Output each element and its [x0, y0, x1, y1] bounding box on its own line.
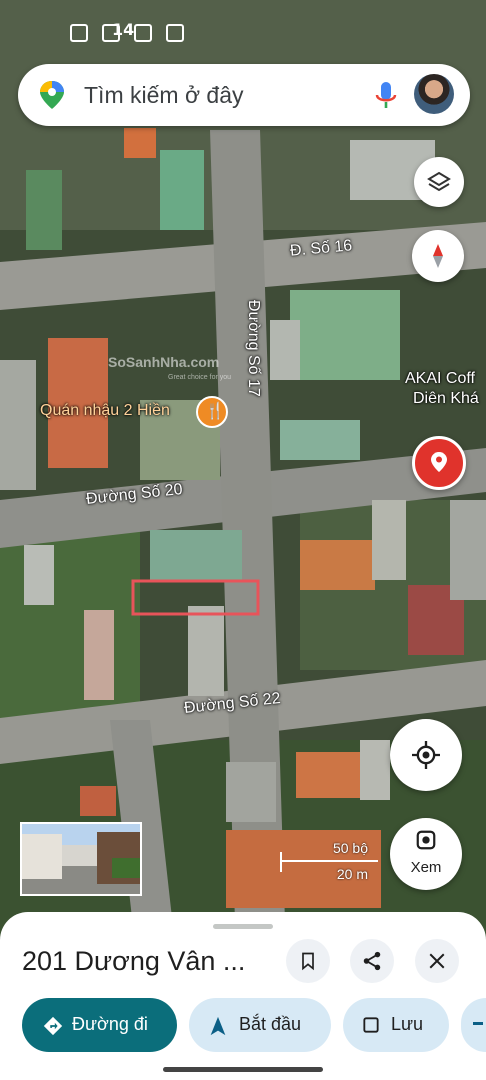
maps-logo-icon: [40, 81, 64, 109]
compass-icon: [433, 244, 443, 268]
restaurant-icon: 🍴: [205, 401, 225, 420]
directions-label: Đường đi: [72, 1014, 148, 1034]
microphone-icon[interactable]: [374, 80, 398, 112]
place-title: 201 Dương Vân ...: [22, 946, 246, 976]
more-actions-button[interactable]: [461, 998, 486, 1052]
directions-button[interactable]: Đường đi: [22, 998, 177, 1052]
scale-meters-label: 20 m: [336, 866, 368, 882]
share-button[interactable]: [350, 939, 394, 983]
watermark-brand: SoSanhNha.com: [108, 354, 220, 370]
navigation-arrow-icon: [210, 1016, 226, 1036]
poi-label-akai-2[interactable]: Diên Khá: [413, 390, 479, 408]
status-time: 14: [112, 20, 135, 39]
close-icon: [429, 953, 445, 969]
search-input[interactable]: Tìm kiếm ở đây: [84, 82, 244, 109]
drag-handle[interactable]: [213, 924, 273, 929]
notification-icon: [70, 24, 88, 42]
camera-lens-icon: [416, 830, 436, 850]
gesture-navigation-bar[interactable]: [163, 1067, 323, 1072]
layers-button[interactable]: [414, 157, 464, 207]
explore-label: Xem: [410, 859, 442, 876]
save-place-button[interactable]: [286, 939, 330, 983]
close-button[interactable]: [415, 939, 459, 983]
notification-icon: [166, 24, 185, 42]
bookmark-icon: [302, 952, 314, 971]
watermark: SoSanhNha.com Great choice for you: [102, 320, 242, 381]
save-label: Lưu: [391, 1014, 424, 1034]
share-icon: [363, 951, 381, 971]
account-avatar[interactable]: [414, 74, 454, 114]
map-pin-icon: [431, 452, 447, 472]
scale-bar: 50 bộ 20 m: [280, 840, 380, 890]
road-label-17: Đường Số 17: [245, 300, 262, 397]
explore-lens-button[interactable]: Xem: [390, 818, 462, 890]
save-button[interactable]: Lưu: [343, 998, 449, 1052]
start-label: Bắt đầu: [239, 1014, 302, 1034]
directions-icon: [43, 1016, 63, 1036]
place-bottom-sheet[interactable]: 201 Dương Vân ... Đường đi Bắt đầu Lưu: [0, 912, 486, 1080]
search-bar[interactable]: Tìm kiếm ở đây: [18, 64, 470, 126]
restaurant-pin[interactable]: 🍴: [196, 396, 228, 428]
start-navigation-button[interactable]: Bắt đầu: [189, 998, 331, 1052]
bookmark-icon: [363, 1017, 379, 1033]
share-icon: [473, 1022, 483, 1025]
street-view-thumbnail[interactable]: [20, 822, 142, 896]
status-bar: 14: [0, 18, 486, 46]
notification-icon: [134, 24, 153, 42]
scale-feet-label: 50 bộ: [332, 840, 368, 856]
compass-button[interactable]: [412, 230, 464, 282]
my-location-button[interactable]: [390, 719, 462, 791]
place-pin-button[interactable]: [412, 436, 466, 490]
poi-label-akai-1[interactable]: AKAI Coff: [405, 370, 475, 388]
watermark-tagline: Great choice for you: [168, 374, 232, 381]
my-location-icon: [412, 741, 440, 769]
layers-icon: [427, 171, 451, 192]
poi-label-quan-nhau[interactable]: Quán nhậu 2 Hiền: [40, 402, 170, 420]
